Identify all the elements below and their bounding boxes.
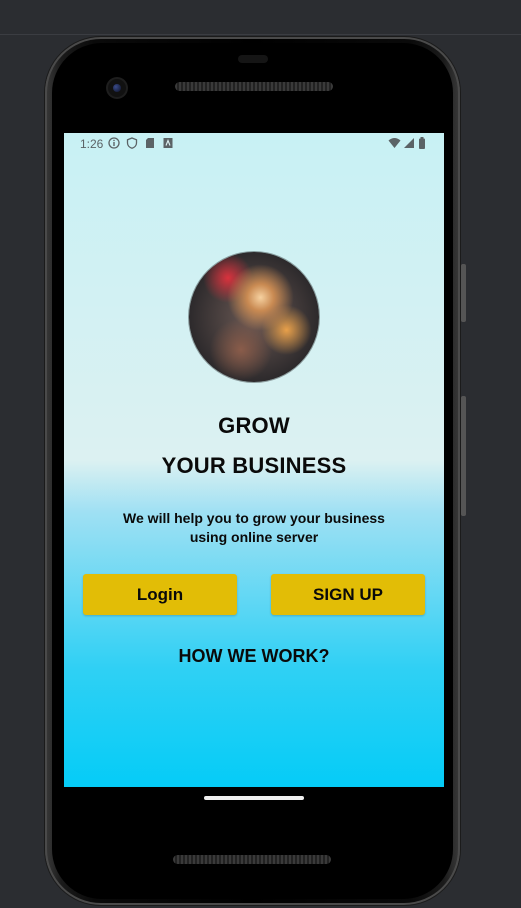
login-button[interactable]: Login bbox=[83, 574, 237, 615]
status-time: 1:26 bbox=[80, 137, 104, 151]
how-we-work-link[interactable]: HOW WE WORK? bbox=[64, 646, 444, 667]
title-your-business: YOUR BUSINESS bbox=[161, 453, 347, 478]
sd-card-icon bbox=[144, 137, 156, 149]
status-icons-right bbox=[388, 137, 430, 149]
proximity-sensor bbox=[238, 55, 268, 63]
signup-button[interactable]: SIGN UP bbox=[271, 574, 425, 615]
signal-icon bbox=[403, 137, 415, 149]
description-text: We will help you to grow your business u… bbox=[123, 510, 385, 545]
bottom-speaker bbox=[173, 855, 331, 864]
info-icon bbox=[108, 137, 120, 149]
shield-icon bbox=[126, 137, 138, 149]
profile-avatar bbox=[189, 252, 319, 382]
home-indicator[interactable] bbox=[204, 796, 304, 800]
wifi-icon bbox=[388, 137, 401, 149]
power-button[interactable] bbox=[461, 264, 466, 322]
status-icons-left bbox=[108, 137, 174, 149]
app-icon bbox=[162, 137, 174, 149]
ide-top-bar bbox=[0, 0, 521, 35]
battery-icon bbox=[418, 137, 430, 149]
app-screen: 1:26 GROW YOUR BUSINESS We will help you… bbox=[64, 133, 444, 787]
front-camera-icon bbox=[108, 79, 126, 97]
status-bar: 1:26 bbox=[64, 133, 444, 155]
top-speaker bbox=[175, 82, 333, 91]
volume-button[interactable] bbox=[461, 396, 466, 516]
title-grow: GROW bbox=[218, 413, 290, 438]
